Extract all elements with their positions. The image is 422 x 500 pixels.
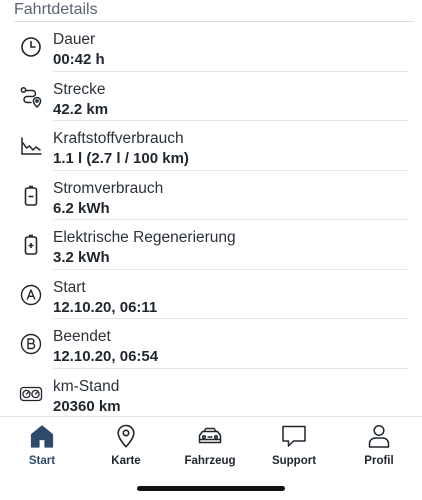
consumption-chart-icon	[19, 134, 43, 158]
car-icon	[196, 423, 224, 449]
detail-label: Elektrische Regenerierung	[53, 229, 236, 246]
end-b-icon	[19, 332, 43, 356]
trip-details-screen: Fahrtdetails Dauer 00:42 h Strecke 42.2 …	[0, 0, 422, 500]
detail-label: Stromverbrauch	[53, 179, 164, 197]
detail-label: Start	[53, 278, 86, 296]
detail-value: 6.2 kWh	[53, 199, 110, 217]
detail-label: Beendet	[53, 328, 111, 345]
detail-value: 00:42 h	[53, 51, 105, 68]
bottom-tab-bar: Start Karte Fahrzeug Support Profil	[0, 416, 422, 471]
detail-value: 20360 km	[53, 397, 121, 415]
route-icon	[19, 85, 43, 109]
chat-icon	[280, 423, 308, 449]
detail-value: 1.1 l (2.7 l / 100 km)	[53, 150, 189, 167]
tab-label: Profil	[364, 455, 394, 467]
tab-label: Karte	[111, 455, 141, 467]
detail-label: Dauer	[53, 31, 96, 48]
detail-label: Kraftstoffverbrauch	[53, 130, 184, 147]
detail-value: 42.2 km	[53, 100, 109, 118]
clock-icon	[19, 35, 43, 59]
battery-minus-icon	[19, 184, 43, 208]
tab-label: Support	[271, 455, 317, 467]
home-icon	[28, 423, 56, 449]
section-title: Fahrtdetails	[14, 1, 98, 18]
detail-row-distance: Strecke 42.2 km	[0, 72, 422, 122]
detail-row-start: Start 12.10.20, 06:11	[0, 270, 422, 320]
detail-row-odometer: km-Stand 20360 km	[0, 369, 422, 419]
tab-label: Fahrzeug	[184, 455, 236, 467]
detail-label: km-Stand	[53, 377, 120, 395]
battery-plus-icon	[19, 233, 43, 257]
detail-label: Strecke	[53, 80, 106, 98]
detail-value: 12.10.20, 06:11	[53, 298, 158, 316]
trip-detail-list: Dauer 00:42 h Strecke 42.2 km Kraftstoff…	[0, 22, 422, 418]
start-a-icon	[19, 283, 43, 307]
map-pin-icon	[112, 423, 140, 449]
tab-profil[interactable]: Profil	[339, 423, 419, 469]
detail-row-end: Beendet 12.10.20, 06:54	[0, 319, 422, 369]
tab-karte[interactable]: Karte	[86, 423, 166, 469]
detail-value: 3.2 kWh	[53, 249, 110, 266]
tab-start[interactable]: Start	[2, 423, 82, 469]
home-indicator	[137, 486, 285, 491]
detail-value: 12.10.20, 06:54	[53, 348, 159, 365]
tab-fahrzeug[interactable]: Fahrzeug	[170, 423, 250, 469]
detail-row-power-consumption: Stromverbrauch 6.2 kWh	[0, 171, 422, 221]
detail-row-fuel-consumption: Kraftstoffverbrauch 1.1 l (2.7 l / 100 k…	[0, 121, 422, 171]
tab-label: Start	[28, 455, 56, 467]
detail-row-duration: Dauer 00:42 h	[0, 22, 422, 72]
odometer-icon	[19, 382, 43, 406]
tab-support[interactable]: Support	[254, 423, 334, 469]
detail-row-regeneration: Elektrische Regenerierung 3.2 kWh	[0, 220, 422, 270]
profile-icon	[365, 423, 393, 449]
